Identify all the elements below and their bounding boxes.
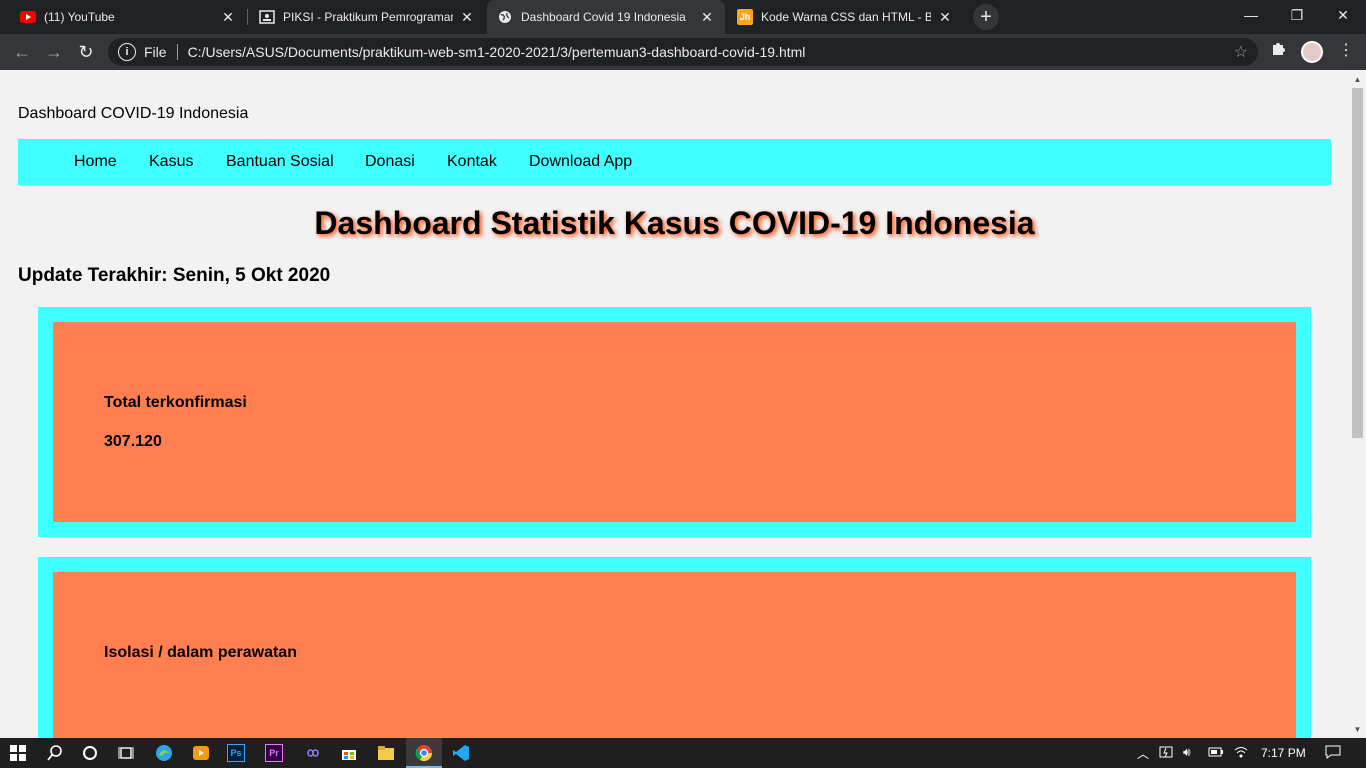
windows-start-icon[interactable] (6, 742, 30, 764)
tab-dashboard[interactable]: Dashboard Covid 19 Indonesia ✕ (487, 0, 725, 34)
tab-title: Kode Warna CSS dan HTML - Blo (761, 10, 931, 24)
globe-icon (497, 9, 513, 25)
wifi-icon[interactable] (1234, 745, 1248, 762)
new-tab-button[interactable]: + (973, 4, 999, 30)
tab-piksi[interactable]: PIKSI - Praktikum Pemrograman W ✕ (249, 0, 485, 34)
file-label: File (144, 44, 167, 60)
premiere-icon[interactable]: Pr (265, 744, 283, 762)
scroll-up-icon[interactable]: ▲ (1349, 72, 1366, 86)
cortana-icon[interactable] (78, 742, 102, 764)
power-icon[interactable] (1208, 745, 1224, 762)
stat-card-body: Isolasi / dalam perawatan (53, 572, 1296, 738)
clock[interactable]: 7:17 PM (1261, 746, 1306, 760)
tab-kode-warna[interactable]: Jh Kode Warna CSS dan HTML - Blo ✕ (727, 0, 963, 34)
restore-button[interactable]: ❐ (1274, 0, 1320, 30)
stat-value: 307.120 (104, 433, 162, 450)
task-view-icon[interactable] (114, 742, 138, 764)
media-player-icon[interactable] (189, 742, 213, 764)
tab-youtube[interactable]: (11) YouTube ✕ (10, 0, 246, 34)
store-icon[interactable] (337, 742, 361, 764)
tab-separator (247, 9, 248, 25)
tab-title: (11) YouTube (44, 10, 115, 24)
vscode-icon[interactable] (449, 742, 473, 764)
nav-link-kontak[interactable]: Kontak (447, 153, 497, 171)
reload-button[interactable]: ↻ (74, 40, 98, 64)
avatar[interactable] (1301, 41, 1323, 63)
stat-card-isolation: Isolasi / dalam perawatan (38, 557, 1311, 738)
minimize-icon: ― (1244, 7, 1258, 23)
portrait-icon (259, 9, 275, 25)
nav-link-kasus[interactable]: Kasus (149, 153, 193, 171)
search-icon[interactable] (43, 742, 67, 764)
scroll-thumb[interactable] (1352, 88, 1363, 438)
arrow-right-icon: → (45, 41, 63, 62)
close-icon[interactable]: ✕ (220, 9, 236, 26)
battery-charging-icon[interactable] (1159, 745, 1175, 762)
close-window-button[interactable]: ✕ (1320, 0, 1366, 30)
page-title: Dashboard Statistik Kasus COVID-19 Indon… (314, 205, 1035, 241)
stat-card-body: Total terkonfirmasi 307.120 (53, 322, 1296, 522)
edge-icon[interactable] (152, 742, 176, 764)
vertical-scrollbar[interactable]: ▲ ▼ (1349, 70, 1366, 738)
forward-button[interactable]: → (42, 40, 66, 64)
infinity-app-icon[interactable] (301, 742, 325, 764)
last-update: Update Terakhir: Senin, 5 Okt 2020 (18, 265, 331, 286)
info-icon[interactable]: i (118, 43, 136, 61)
stat-label: Total terkonfirmasi (104, 394, 247, 411)
back-button[interactable]: ← (10, 40, 34, 64)
reload-icon: ↻ (78, 41, 94, 62)
volume-icon[interactable]: 🔊︎ (1183, 745, 1191, 760)
close-icon[interactable]: ✕ (459, 9, 475, 26)
jh-icon: Jh (737, 9, 753, 25)
nav-link-home[interactable]: Home (74, 153, 117, 171)
close-icon: ✕ (1337, 6, 1349, 23)
page-viewport: Dashboard COVID-19 Indonesia Home Kasus … (0, 70, 1349, 738)
divider (176, 44, 178, 60)
star-icon[interactable]: ☆ (1234, 42, 1248, 62)
tab-title: Dashboard Covid 19 Indonesia (521, 10, 686, 24)
scroll-down-icon[interactable]: ▼ (1349, 722, 1366, 736)
tab-title: PIKSI - Praktikum Pemrograman W (283, 10, 453, 24)
tab-strip: (11) YouTube ✕ PIKSI - Praktikum Pemrogr… (0, 0, 1366, 34)
close-icon[interactable]: ✕ (699, 9, 715, 26)
stat-card-confirmed: Total terkonfirmasi 307.120 (38, 307, 1311, 537)
file-explorer-icon[interactable] (374, 742, 398, 764)
address-bar[interactable]: i File C:/Users/ASUS/Documents/praktikum… (108, 38, 1258, 66)
nav-link-donasi[interactable]: Donasi (365, 153, 415, 171)
notification-icon[interactable] (1325, 745, 1341, 762)
stat-label: Isolasi / dalam perawatan (104, 644, 297, 661)
restore-icon: ❐ (1290, 6, 1304, 23)
nav-link-bantuan-sosial[interactable]: Bantuan Sosial (226, 153, 334, 171)
arrow-left-icon: ← (13, 41, 31, 62)
windows-taskbar: Ps Pr ︿ 🔊︎ 7:17 PM (0, 738, 1366, 768)
browser-toolbar: ← → ↻ i File C:/Users/ASUS/Documents/pra… (0, 34, 1366, 70)
nav-link-download-app[interactable]: Download App (529, 153, 632, 171)
photoshop-icon[interactable]: Ps (227, 744, 245, 762)
chevron-up-icon[interactable]: ︿ (1137, 745, 1149, 762)
main-nav: Home Kasus Bantuan Sosial Donasi Kontak … (18, 139, 1331, 185)
menu-icon[interactable]: ⋮ (1338, 40, 1354, 60)
chrome-icon[interactable] (412, 742, 436, 764)
minimize-button[interactable]: ― (1228, 0, 1274, 30)
url-text[interactable]: C:/Users/ASUS/Documents/praktikum-web-sm… (188, 44, 806, 60)
puzzle-icon[interactable] (1270, 41, 1286, 62)
close-icon[interactable]: ✕ (937, 9, 953, 26)
plus-icon: + (980, 5, 992, 28)
site-title: Dashboard COVID-19 Indonesia (18, 105, 249, 122)
youtube-icon (20, 9, 36, 25)
